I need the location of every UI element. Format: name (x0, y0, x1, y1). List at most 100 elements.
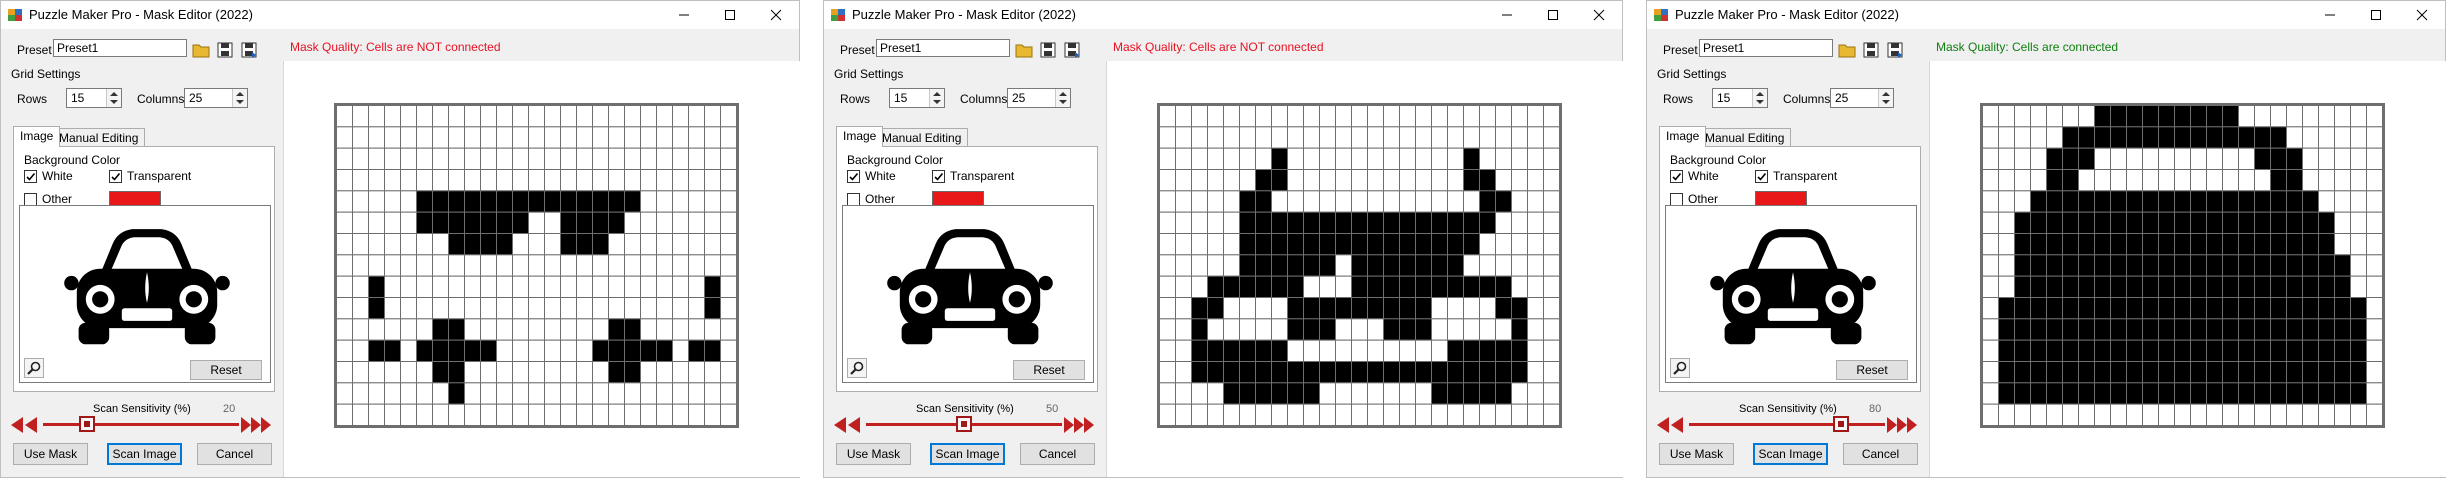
mask-cell[interactable] (1335, 147, 1352, 170)
mask-cell[interactable] (1399, 147, 1416, 170)
mask-cell[interactable] (528, 403, 545, 426)
mask-cell[interactable] (704, 254, 721, 277)
mask-cell[interactable] (2334, 211, 2351, 234)
mask-cell[interactable] (480, 382, 497, 405)
mask-cell[interactable] (2238, 382, 2255, 405)
cancel-button[interactable]: Cancel (1020, 443, 1095, 465)
mask-cell[interactable] (1479, 105, 1496, 128)
mask-grid[interactable] (1980, 103, 2385, 428)
mask-cell[interactable] (1191, 254, 1208, 277)
mask-cell[interactable] (496, 169, 513, 192)
mask-cell[interactable] (2350, 403, 2367, 426)
mask-cell[interactable] (352, 339, 369, 362)
mask-cell[interactable] (2030, 339, 2047, 362)
mask-cell[interactable] (576, 169, 593, 192)
mask-cell[interactable] (2062, 254, 2079, 277)
mask-cell[interactable] (720, 275, 737, 298)
mask-cell[interactable] (624, 190, 641, 213)
mask-cell[interactable] (2222, 190, 2239, 213)
mask-cell[interactable] (416, 382, 433, 405)
mask-cell[interactable] (2014, 126, 2031, 149)
mask-cell[interactable] (2094, 297, 2111, 320)
mask-cell[interactable] (1415, 318, 1432, 341)
mask-cell[interactable] (1511, 233, 1528, 256)
mask-cell[interactable] (1175, 382, 1192, 405)
mask-cell[interactable] (1463, 339, 1480, 362)
mask-cell[interactable] (448, 254, 465, 277)
slider-thumb[interactable] (956, 416, 972, 432)
mask-cell[interactable] (1207, 361, 1224, 384)
mask-cell[interactable] (672, 105, 689, 128)
mask-cell[interactable] (1479, 169, 1496, 192)
mask-cell[interactable] (1287, 233, 1304, 256)
mask-cell[interactable] (2270, 190, 2287, 213)
mask-cell[interactable] (1175, 126, 1192, 149)
mask-cell[interactable] (2302, 147, 2319, 170)
use-mask-button[interactable]: Use Mask (1659, 443, 1734, 465)
mask-cell[interactable] (2318, 233, 2335, 256)
mask-cell[interactable] (1191, 126, 1208, 149)
cancel-button[interactable]: Cancel (1843, 443, 1918, 465)
mask-cell[interactable] (1303, 254, 1320, 277)
mask-cell[interactable] (656, 105, 673, 128)
close-button[interactable] (753, 1, 799, 29)
mask-cell[interactable] (1223, 297, 1240, 320)
mask-cell[interactable] (2238, 318, 2255, 341)
mask-cell[interactable] (496, 361, 513, 384)
mask-cell[interactable] (2302, 105, 2319, 128)
mask-cell[interactable] (2254, 190, 2271, 213)
mask-cell[interactable] (1367, 105, 1384, 128)
mask-cell[interactable] (448, 190, 465, 213)
mask-cell[interactable] (1271, 382, 1288, 405)
mask-cell[interactable] (640, 147, 657, 170)
mask-cell[interactable] (624, 297, 641, 320)
mask-cell[interactable] (1223, 361, 1240, 384)
mask-cell[interactable] (672, 403, 689, 426)
mask-cell[interactable] (592, 169, 609, 192)
mask-cell[interactable] (1982, 361, 1999, 384)
mask-cell[interactable] (560, 318, 577, 341)
mask-cell[interactable] (2366, 233, 2383, 256)
mask-cell[interactable] (544, 318, 561, 341)
mask-cell[interactable] (1287, 403, 1304, 426)
mask-cell[interactable] (2222, 126, 2239, 149)
mask-cell[interactable] (528, 126, 545, 149)
mask-cell[interactable] (480, 105, 497, 128)
mask-cell[interactable] (2062, 297, 2079, 320)
mask-cell[interactable] (544, 361, 561, 384)
mask-cell[interactable] (432, 318, 449, 341)
mask-cell[interactable] (1191, 169, 1208, 192)
mask-cell[interactable] (1543, 339, 1560, 362)
slider-fast-back-icon[interactable] (1655, 415, 1685, 438)
mask-cell[interactable] (1383, 361, 1400, 384)
mask-cell[interactable] (1543, 126, 1560, 149)
mask-cell[interactable] (1207, 233, 1224, 256)
mask-cell[interactable] (672, 254, 689, 277)
mask-cell[interactable] (2238, 297, 2255, 320)
mask-cell[interactable] (2062, 361, 2079, 384)
mask-cell[interactable] (640, 169, 657, 192)
mask-cell[interactable] (480, 361, 497, 384)
mask-cell[interactable] (704, 361, 721, 384)
mask-cell[interactable] (2286, 339, 2303, 362)
mask-cell[interactable] (384, 169, 401, 192)
mask-cell[interactable] (2318, 339, 2335, 362)
mask-cell[interactable] (1463, 105, 1480, 128)
mask-cell[interactable] (640, 233, 657, 256)
mask-cell[interactable] (2254, 382, 2271, 405)
mask-cell[interactable] (2030, 233, 2047, 256)
mask-cell[interactable] (560, 382, 577, 405)
mask-cell[interactable] (400, 147, 417, 170)
mask-cell[interactable] (2270, 339, 2287, 362)
mask-cell[interactable] (560, 233, 577, 256)
mask-cell[interactable] (1159, 105, 1176, 128)
mask-cell[interactable] (464, 297, 481, 320)
mask-cell[interactable] (1223, 147, 1240, 170)
magnifier-icon[interactable] (1670, 358, 1690, 378)
mask-cell[interactable] (1447, 382, 1464, 405)
mask-cell[interactable] (528, 382, 545, 405)
mask-cell[interactable] (1319, 275, 1336, 298)
mask-cell[interactable] (608, 339, 625, 362)
mask-cell[interactable] (1159, 339, 1176, 362)
mask-cell[interactable] (416, 126, 433, 149)
